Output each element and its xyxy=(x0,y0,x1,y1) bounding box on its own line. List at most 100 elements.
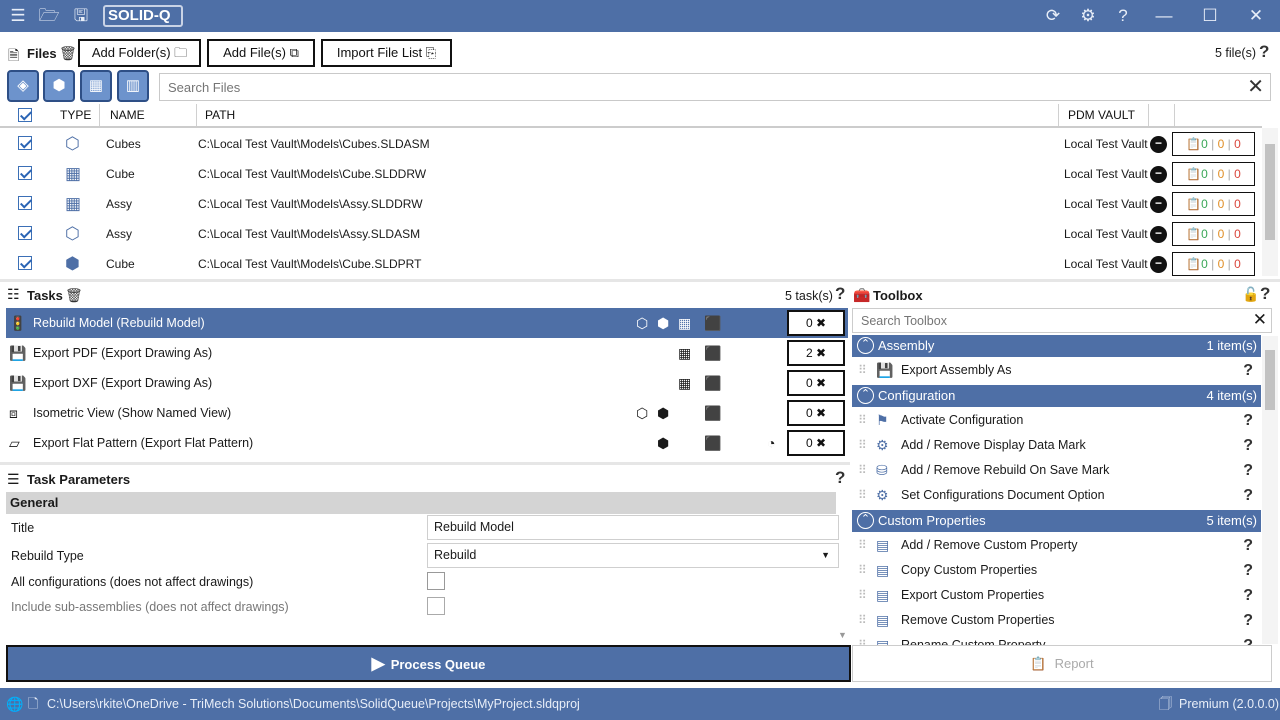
drag-handle-icon[interactable]: ⠿ xyxy=(858,483,867,508)
status-badge[interactable]: 📋0 | 0 | 0 xyxy=(1172,192,1255,216)
trash-icon[interactable]: 🗑 xyxy=(65,287,83,304)
splitter[interactable] xyxy=(0,462,850,465)
search-toolbox-input[interactable] xyxy=(853,309,1243,332)
toolbox-group[interactable]: ⌃ Assembly 1 item(s) xyxy=(852,335,1261,357)
toolbox-item[interactable]: ⠿ ▤ Remove Custom Properties ? xyxy=(852,608,1261,633)
minimize-icon[interactable]: — xyxy=(1153,6,1175,26)
task-row[interactable]: 💾 Export PDF (Export Drawing As) ▦ ⬛ 2 ✖ xyxy=(6,338,848,368)
row-checkbox[interactable] xyxy=(18,166,32,183)
lock-icon[interactable]: 🔓 xyxy=(1242,286,1259,303)
clear-search-icon[interactable]: ✕ xyxy=(1253,309,1267,331)
table-row[interactable]: ⬢ Cube C:\Local Test Vault\Models\Cube.S… xyxy=(0,249,1262,279)
task-row[interactable]: 🚦 Rebuild Model (Rebuild Model) ⬡ ⬢ ▦ ⬛ 0 ✖ xyxy=(6,308,848,338)
import-file-list-button[interactable]: Import File List ⎘ xyxy=(321,39,452,67)
help-icon[interactable]: ? xyxy=(1243,408,1253,433)
help-icon[interactable]: ? xyxy=(1243,358,1253,383)
task-row[interactable]: ⧈ Isometric View (Show Named View) ⬡ ⬢ ⬛ 0… xyxy=(6,398,848,428)
filter-drawing-icon[interactable]: ▦ xyxy=(80,70,112,102)
select-all-checkbox[interactable] xyxy=(18,108,32,125)
drag-handle-icon[interactable]: ⠿ xyxy=(858,458,867,483)
param-allconf-checkbox[interactable] xyxy=(427,572,445,590)
clear-search-icon[interactable]: ✕ xyxy=(1247,76,1264,98)
status-badge[interactable]: 📋0 | 0 | 0 xyxy=(1172,162,1255,186)
files-scrollbar[interactable] xyxy=(1262,128,1278,276)
toolbox-item[interactable]: ⠿ ⚑ Activate Configuration ? xyxy=(852,408,1261,433)
add-files-button[interactable]: Add File(s) ⧉ xyxy=(207,39,315,67)
help-icon[interactable]: ? xyxy=(1243,483,1253,508)
help-icon[interactable]: ? xyxy=(1259,42,1269,62)
task-count-badge[interactable]: 0 ✖ xyxy=(787,430,845,456)
collapse-icon[interactable]: ⌃ xyxy=(857,337,874,354)
menu-icon[interactable]: ☰ xyxy=(7,6,29,26)
help-icon[interactable]: ? xyxy=(1243,583,1253,608)
scroll-down-icon[interactable]: ▼ xyxy=(838,630,847,640)
status-minus-icon[interactable]: − xyxy=(1150,226,1167,243)
status-minus-icon[interactable]: − xyxy=(1150,136,1167,153)
toolbox-item[interactable]: ⠿ ▤ Copy Custom Properties ? xyxy=(852,558,1261,583)
filter-columns-icon[interactable]: ▥ xyxy=(117,70,149,102)
table-row[interactable]: ⬡ Cubes C:\Local Test Vault\Models\Cubes… xyxy=(0,129,1262,159)
status-badge[interactable]: 📋0 | 0 | 0 xyxy=(1172,132,1255,156)
help-icon[interactable]: ? xyxy=(1260,284,1270,304)
task-count-badge[interactable]: 0 ✖ xyxy=(787,310,845,336)
task-count-badge[interactable]: 0 ✖ xyxy=(787,400,845,426)
status-badge[interactable]: 📋0 | 0 | 0 xyxy=(1172,252,1255,276)
row-checkbox[interactable] xyxy=(18,226,32,243)
drag-handle-icon[interactable]: ⠿ xyxy=(858,533,867,558)
toolbox-item[interactable]: ⠿ ⚙ Set Configurations Document Option ? xyxy=(852,483,1261,508)
filter-assembly-icon[interactable]: ◈ xyxy=(7,70,39,102)
table-row[interactable]: ▦ Assy C:\Local Test Vault\Models\Assy.S… xyxy=(0,189,1262,219)
toolbox-item[interactable]: ⠿ 💾 Export Assembly As ? xyxy=(852,358,1261,383)
filter-part-icon[interactable]: ⬢ xyxy=(43,70,75,102)
status-minus-icon[interactable]: − xyxy=(1150,196,1167,213)
help-icon[interactable]: ? xyxy=(1112,6,1134,26)
open-folder-icon[interactable]: 🗁 xyxy=(38,6,60,26)
drag-handle-icon[interactable]: ⠿ xyxy=(858,633,867,645)
toolbox-item[interactable]: ⠿ ⛁ Add / Remove Rebuild On Save Mark ? xyxy=(852,458,1261,483)
table-row[interactable]: ⬡ Assy C:\Local Test Vault\Models\Assy.S… xyxy=(0,219,1262,249)
table-row[interactable]: ▦ Cube C:\Local Test Vault\Models\Cube.S… xyxy=(0,159,1262,189)
param-subasm-checkbox[interactable] xyxy=(427,597,445,615)
row-checkbox[interactable] xyxy=(18,136,32,153)
trash-icon[interactable]: 🗑 xyxy=(59,45,77,62)
close-icon[interactable]: ✕ xyxy=(1245,6,1267,26)
help-icon[interactable]: ? xyxy=(1243,458,1253,483)
column-name[interactable]: NAME xyxy=(102,104,197,126)
save-icon[interactable]: 🖫 xyxy=(70,6,92,26)
toolbox-group[interactable]: ⌃ Configuration 4 item(s) xyxy=(852,385,1261,407)
task-row[interactable]: ▱ Export Flat Pattern (Export Flat Patte… xyxy=(6,428,848,458)
refresh-icon[interactable]: ⟳ xyxy=(1042,6,1064,26)
drag-handle-icon[interactable]: ⠿ xyxy=(858,608,867,633)
add-folders-button[interactable]: Add Folder(s) 🗀 xyxy=(78,39,201,67)
collapse-icon[interactable]: ⌃ xyxy=(857,512,874,529)
search-files-input[interactable] xyxy=(160,74,1240,100)
drag-handle-icon[interactable]: ⠿ xyxy=(858,558,867,583)
param-rebuild-select[interactable]: Rebuild ▼ xyxy=(427,543,839,568)
task-count-badge[interactable]: 0 ✖ xyxy=(787,370,845,396)
collapse-icon[interactable]: ⌃ xyxy=(857,387,874,404)
splitter[interactable] xyxy=(0,279,1280,282)
globe-icon[interactable]: 🌐 xyxy=(6,688,23,720)
param-title-input[interactable]: Rebuild Model xyxy=(427,515,839,540)
row-checkbox[interactable] xyxy=(18,256,32,273)
task-row[interactable]: 💾 Export DXF (Export Drawing As) ▦ ⬛ 0 ✖ xyxy=(6,368,848,398)
toolbox-item[interactable]: ⠿ ⚙ Add / Remove Display Data Mark ? xyxy=(852,433,1261,458)
help-icon[interactable]: ? xyxy=(1243,533,1253,558)
row-checkbox[interactable] xyxy=(18,196,32,213)
drag-handle-icon[interactable]: ⠿ xyxy=(858,433,867,458)
toolbox-item[interactable]: ⠿ ▤ Export Custom Properties ? xyxy=(852,583,1261,608)
help-icon[interactable]: ? xyxy=(1243,558,1253,583)
status-minus-icon[interactable]: − xyxy=(1150,256,1167,273)
toolbox-group[interactable]: ⌃ Custom Properties 5 item(s) xyxy=(852,510,1261,532)
report-button[interactable]: 📋 Report xyxy=(852,645,1272,682)
maximize-icon[interactable]: ☐ xyxy=(1199,6,1221,26)
status-badge[interactable]: 📋0 | 0 | 0 xyxy=(1172,222,1255,246)
help-icon[interactable]: ? xyxy=(1243,433,1253,458)
help-icon[interactable]: ? xyxy=(835,284,845,304)
help-icon[interactable]: ? xyxy=(835,468,845,488)
toolbox-item[interactable]: ⠿ ▤ Rename Custom Property ? xyxy=(852,633,1261,645)
column-path[interactable]: PATH xyxy=(197,104,1059,126)
drag-handle-icon[interactable]: ⠿ xyxy=(858,583,867,608)
help-icon[interactable]: ? xyxy=(1243,633,1253,645)
toolbox-scrollbar[interactable] xyxy=(1262,336,1278,644)
